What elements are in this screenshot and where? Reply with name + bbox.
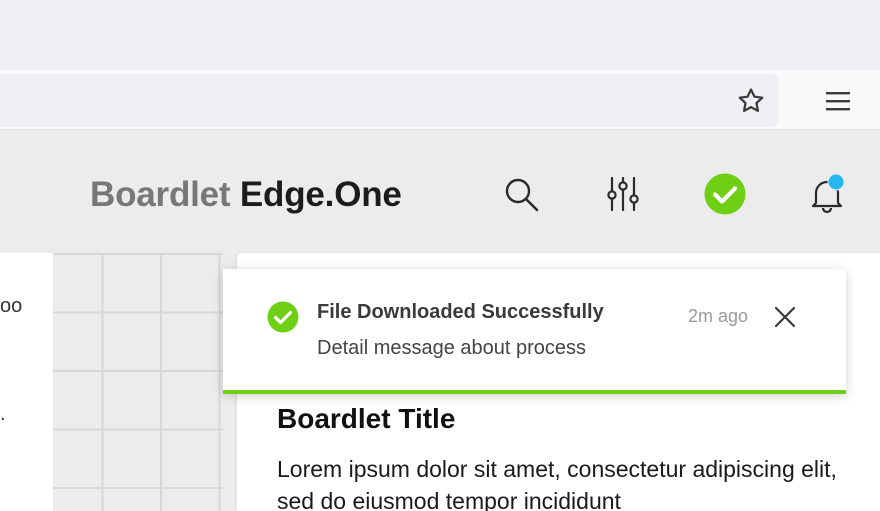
status-check-button[interactable] (702, 171, 748, 217)
brand-primary: Boardlet (90, 175, 231, 214)
success-toast: File Downloaded Successfully Detail mess… (223, 269, 846, 394)
notifications-button[interactable] (804, 171, 850, 217)
toast-close-button[interactable] (769, 301, 801, 333)
card-body: Lorem ipsum dolor sit amet, consectetur … (277, 456, 837, 511)
toast-title: File Downloaded Successfully (317, 301, 604, 323)
check-circle-icon (704, 173, 746, 215)
url-bar[interactable] (0, 74, 778, 127)
left-panel-text-fragment: oo (0, 295, 23, 317)
left-panel: oo . (0, 253, 53, 511)
toast-timestamp: 2m ago (688, 306, 749, 326)
sliders-icon (607, 176, 639, 212)
check-circle-icon (267, 301, 299, 333)
brand-secondary: Edge.One (239, 175, 402, 214)
grid-canvas (53, 253, 223, 511)
browser-tab-strip (0, 0, 880, 70)
filter-settings-button[interactable] (600, 171, 646, 217)
search-icon (505, 178, 539, 212)
browser-menu-button[interactable] (818, 84, 858, 118)
close-icon (774, 306, 796, 328)
bell-icon (811, 173, 845, 214)
bookmark-star-icon[interactable] (732, 84, 770, 118)
toast-message: Detail message about process (317, 337, 587, 359)
browser-toolbar (0, 70, 880, 130)
star-icon (738, 88, 764, 112)
app-brand[interactable]: Boardlet Edge.One (90, 175, 402, 215)
hamburger-menu-icon (826, 92, 850, 111)
card-title: Boardlet Title (277, 403, 456, 434)
notification-dot (827, 173, 845, 191)
left-panel-text-fragment: . (0, 403, 6, 425)
app-header: Boardlet Edge.One (0, 131, 880, 253)
search-button[interactable] (498, 171, 544, 217)
